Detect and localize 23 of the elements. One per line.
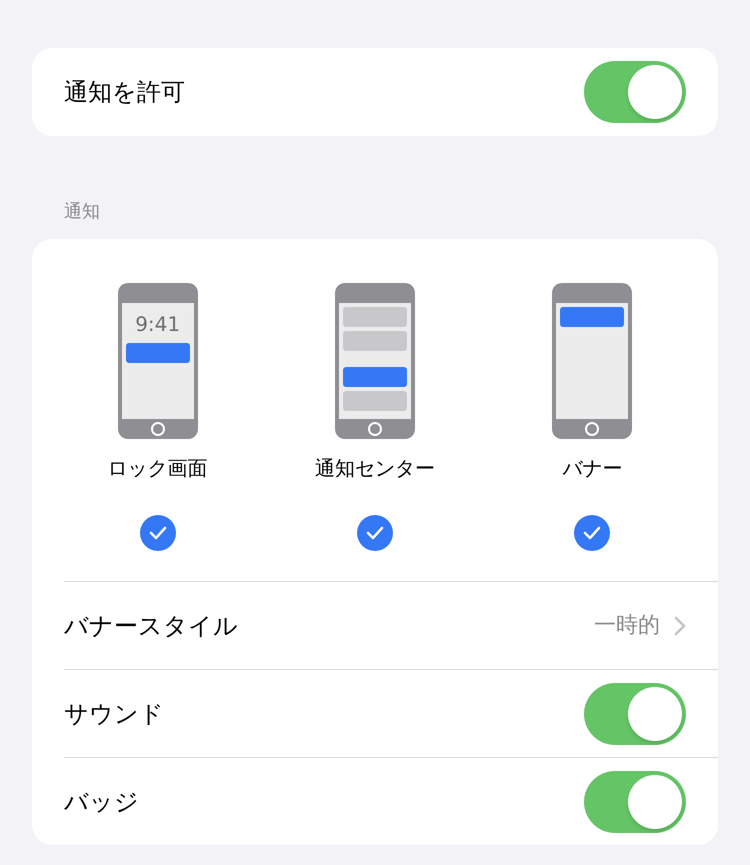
row-label: バッジ (64, 786, 139, 818)
row-label: バナースタイル (64, 610, 238, 642)
home-button-icon (585, 422, 600, 436)
row-value: 一時的 (594, 612, 660, 640)
clock-text: 9:41 (135, 313, 180, 335)
notification-bar (560, 307, 624, 327)
row-label: 通知を許可 (64, 77, 185, 108)
style-label: ロック画面 (108, 455, 208, 482)
chevron-right-icon[interactable] (674, 616, 686, 636)
notification-bar (342, 367, 407, 387)
style-label: 通知センター (314, 455, 435, 482)
checkmark-icon (366, 526, 384, 540)
section-header: 通知 (63, 200, 100, 224)
row-label: サウンド (64, 698, 164, 730)
notification-placeholder (342, 391, 407, 411)
notification-placeholder (342, 307, 407, 327)
notification-placeholder (342, 331, 407, 351)
style-label: バナー (562, 455, 622, 482)
checkmark-icon (148, 526, 167, 540)
home-button-icon (368, 422, 382, 436)
home-button-icon (150, 422, 165, 436)
notification-bar (126, 343, 190, 363)
checkmark-icon (583, 526, 602, 540)
